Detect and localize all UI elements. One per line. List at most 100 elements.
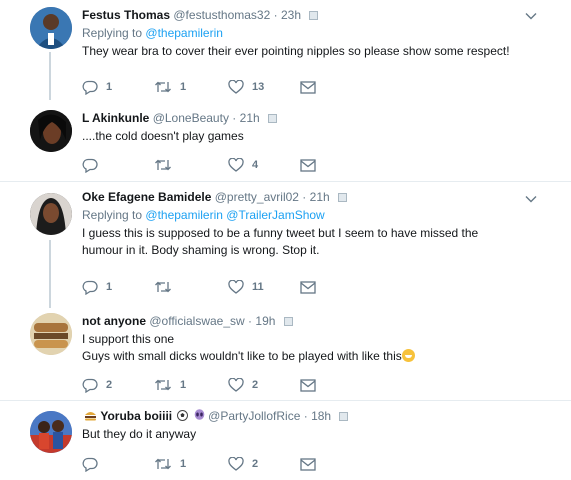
reply-count: 1 (106, 81, 113, 93)
reply-icon (82, 158, 98, 173)
avatar[interactable] (30, 110, 72, 152)
reply-button[interactable]: 1 (82, 79, 112, 95)
tweet-text-line-content: Guys with small dicks wouldn't like to b… (82, 349, 402, 363)
reply-icon (82, 80, 98, 95)
direct-message-button[interactable] (300, 377, 316, 393)
image-placeholder-icon (283, 317, 293, 327)
burger-icon (85, 412, 96, 421)
retweet-button[interactable] (154, 279, 180, 295)
reply-button[interactable]: 1 (82, 279, 112, 295)
retweet-button[interactable] (154, 157, 180, 173)
like-button[interactable]: 13 (228, 79, 264, 95)
mention-link[interactable]: @thepamilerin (145, 26, 223, 40)
tweet-header: Yoruba boiiii @PartyJollofRice · 18h (82, 408, 541, 424)
direct-message-button[interactable] (300, 157, 316, 173)
tweet-text-line: I guess this is supposed to be a funny t… (82, 226, 479, 240)
image-placeholder-icon (268, 114, 278, 124)
chevron-down-icon[interactable] (525, 195, 537, 203)
mention-link[interactable]: @thepamilerin (145, 208, 223, 222)
chevron-down-icon[interactable] (525, 12, 537, 20)
like-count: 2 (252, 458, 259, 470)
tweet-header: Oke Efagene Bamidele @pretty_avril02 · 2… (82, 189, 541, 205)
reply-icon (82, 378, 98, 393)
user-handle[interactable]: @PartyJollofRice (208, 409, 300, 423)
reply-button[interactable] (82, 157, 106, 173)
avatar[interactable] (30, 313, 72, 355)
user-handle[interactable]: @pretty_avril02 (215, 190, 299, 204)
timestamp[interactable]: 19h (255, 314, 275, 328)
retweet-icon (155, 281, 171, 293)
heart-icon (228, 80, 244, 94)
like-button[interactable]: 4 (228, 157, 258, 173)
tweet-text: I support this one Guys with small dicks… (82, 331, 541, 365)
like-button[interactable]: 2 (228, 456, 258, 472)
timestamp[interactable]: 21h (240, 111, 260, 125)
display-name[interactable]: Oke Efagene Bamidele (82, 190, 211, 204)
tweet-header: Festus Thomas @festusthomas32 · 23h (82, 7, 541, 23)
retweet-icon (155, 81, 171, 93)
user-handle[interactable]: @officialswae_sw (149, 314, 244, 328)
direct-message-button[interactable] (300, 279, 316, 295)
envelope-icon (300, 158, 316, 172)
divider (0, 400, 571, 401)
avatar-photo (30, 411, 72, 453)
envelope-icon (300, 280, 316, 294)
image-placeholder-icon (338, 193, 348, 203)
replying-to-label: Replying to (82, 26, 143, 40)
tweet-text: ....the cold doesn't play games (82, 129, 244, 143)
heart-icon (228, 280, 244, 294)
avatar[interactable] (30, 411, 72, 453)
tweet-text: I guess this is supposed to be a funny t… (82, 225, 541, 259)
avatar[interactable] (30, 193, 72, 235)
retweet-count: 1 (180, 81, 187, 93)
soccer-ball-icon (177, 410, 189, 421)
user-handle[interactable]: @LoneBeauty (153, 111, 229, 125)
avatar-photo (30, 193, 72, 235)
image-placeholder-icon (309, 11, 319, 21)
direct-message-button[interactable] (300, 79, 316, 95)
tweet-text-line: humour in it. Body shaming is wrong. Sto… (82, 243, 320, 257)
heart-icon (228, 378, 244, 392)
mention-link[interactable]: @TrailerJamShow (226, 208, 324, 222)
tweet-text: They wear bra to cover their ever pointi… (82, 44, 510, 58)
display-name[interactable]: Festus Thomas (82, 8, 170, 22)
tweet-header: L Akinkunle @LoneBeauty · 21h (82, 110, 541, 126)
display-name[interactable]: L Akinkunle (82, 111, 149, 125)
reply-button[interactable] (82, 456, 106, 472)
tweet-header: not anyone @officialswae_sw · 19h (82, 313, 541, 329)
retweet-count: 1 (180, 379, 187, 391)
like-button[interactable]: 11 (228, 279, 264, 295)
user-handle[interactable]: @festusthomas32 (173, 8, 270, 22)
separator-dot: · (303, 409, 308, 423)
retweet-button[interactable]: 1 (154, 456, 186, 472)
like-button[interactable]: 2 (228, 377, 258, 393)
display-name[interactable]: Yoruba boiiii (100, 409, 172, 423)
direct-message-button[interactable] (300, 456, 316, 472)
envelope-icon (300, 80, 316, 94)
timestamp[interactable]: 21h (310, 190, 330, 204)
tweet-text: But they do it anyway (82, 427, 197, 441)
tweet-text-line: I support this one (82, 332, 175, 346)
thread-line (49, 240, 51, 308)
like-count: 2 (252, 379, 259, 391)
replying-to: Replying to @thepamilerin @TrailerJamSho… (82, 208, 541, 223)
display-name[interactable]: not anyone (82, 314, 146, 328)
reply-count: 2 (106, 379, 113, 391)
reply-count: 1 (106, 281, 113, 293)
alien-icon (194, 409, 205, 420)
retweet-count: 1 (180, 458, 187, 470)
heart-icon (228, 158, 244, 172)
reply-button[interactable]: 2 (82, 377, 112, 393)
separator-dot: · (248, 314, 253, 328)
heart-icon (228, 457, 244, 471)
replying-to: Replying to @thepamilerin (82, 26, 541, 41)
retweet-button[interactable]: 1 (154, 377, 186, 393)
separator-dot: · (232, 111, 237, 125)
retweet-button[interactable]: 1 (154, 79, 186, 95)
envelope-icon (300, 457, 316, 471)
like-count: 11 (252, 281, 264, 293)
timestamp[interactable]: 18h (311, 409, 331, 423)
timestamp[interactable]: 23h (281, 8, 301, 22)
avatar[interactable] (30, 7, 72, 49)
image-placeholder-icon (339, 412, 349, 422)
